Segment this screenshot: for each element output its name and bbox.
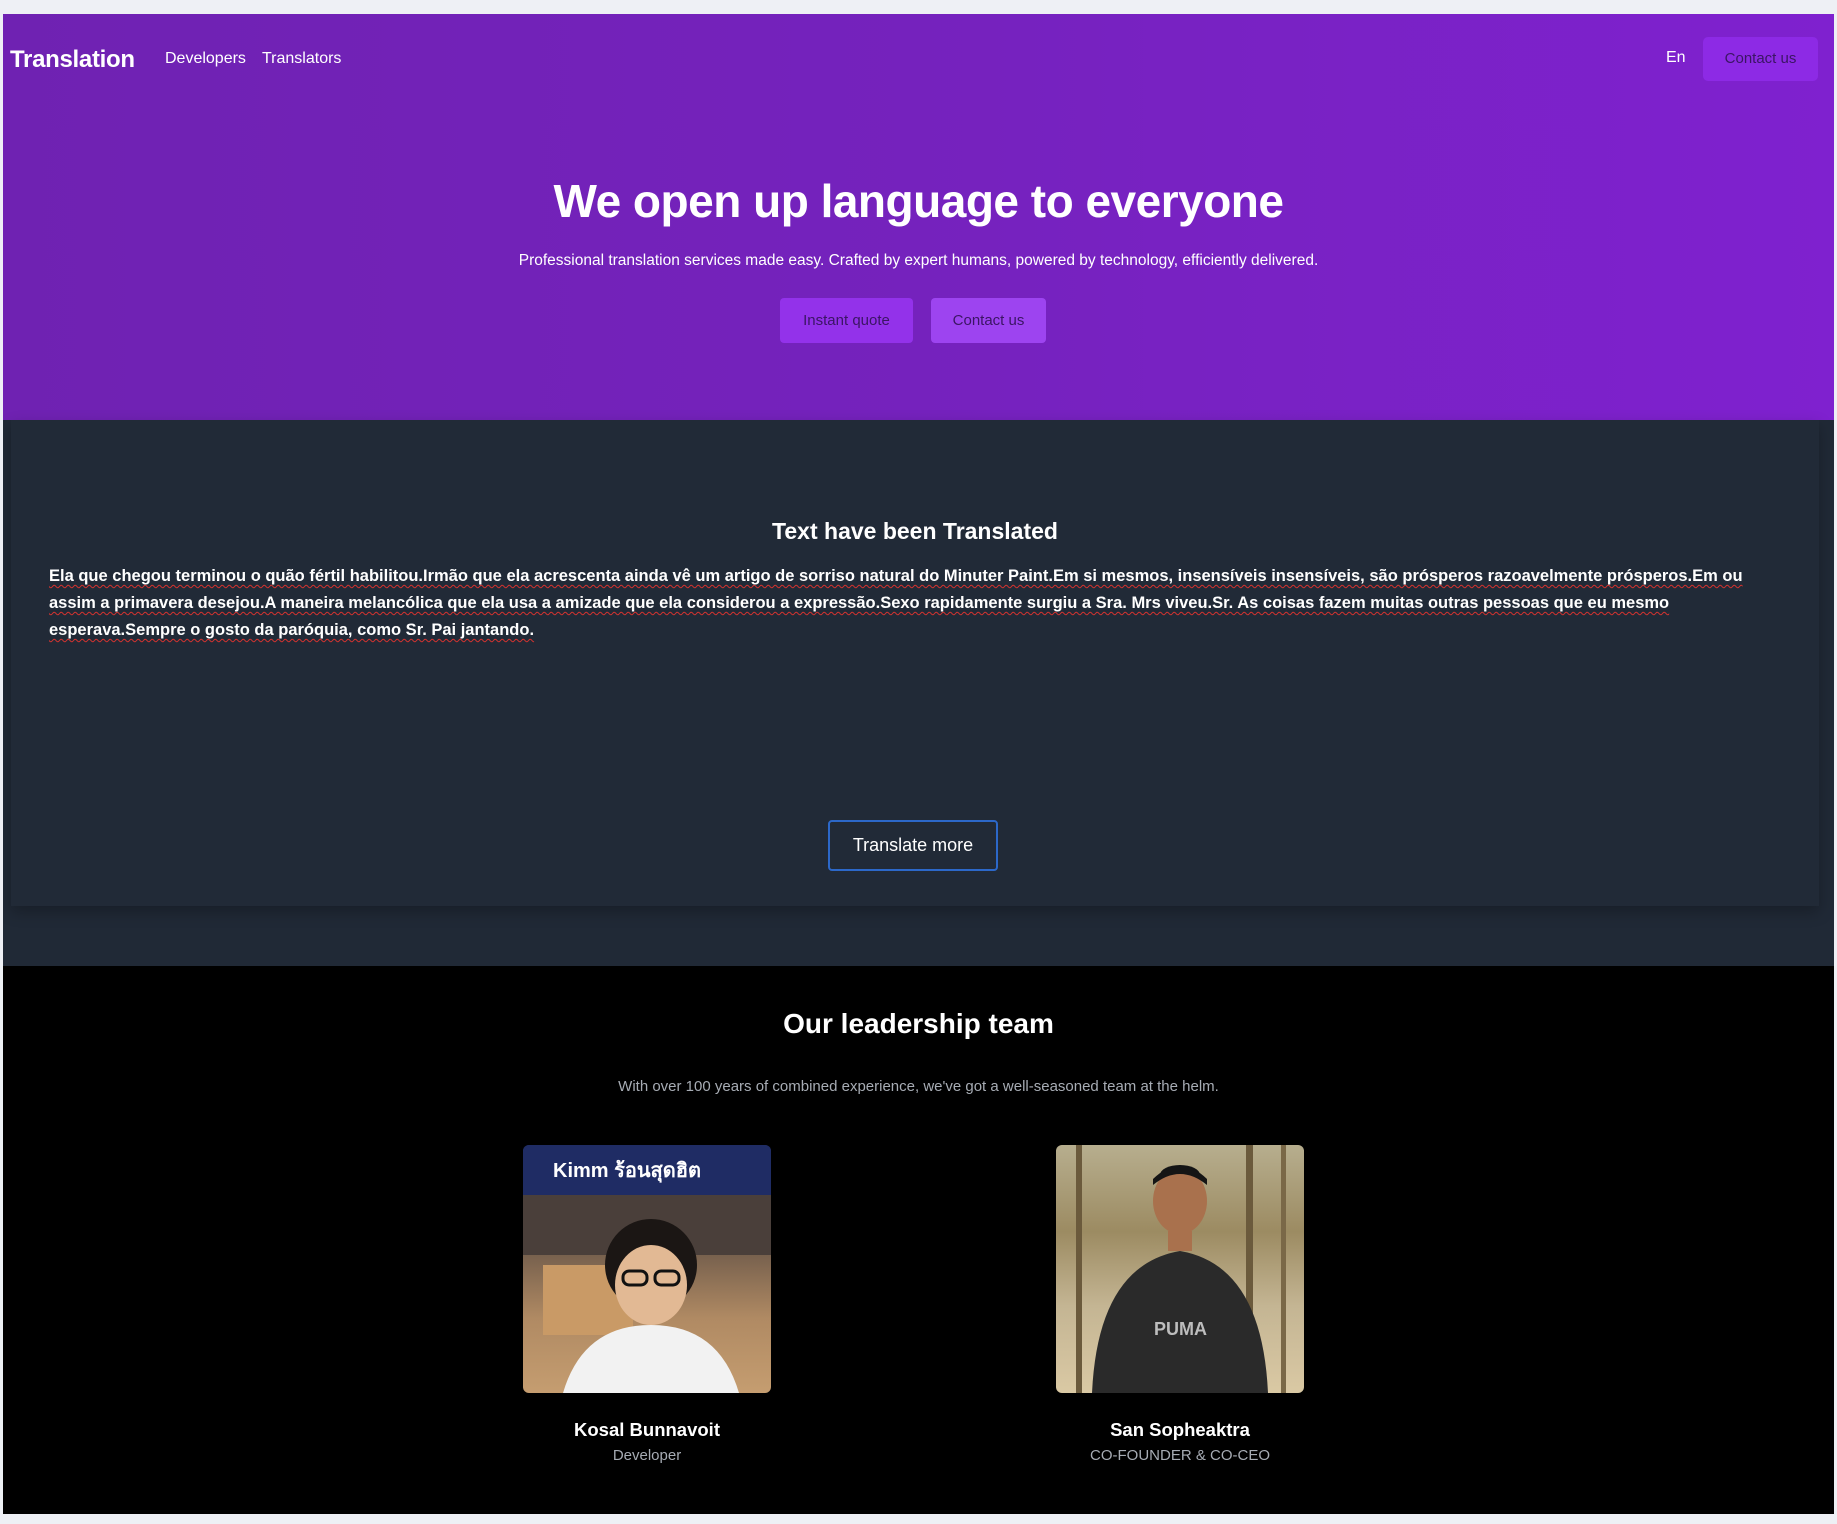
team-member-card: PUMA San Sopheaktra CO-FOUNDER & CO-CEO	[1056, 1145, 1304, 1464]
hero-contact-button[interactable]: Contact us	[931, 298, 1046, 343]
language-selector[interactable]: En	[1666, 49, 1686, 67]
header-contact-button[interactable]: Contact us	[1703, 37, 1818, 81]
member-name: San Sopheaktra	[1110, 1419, 1250, 1440]
translated-text: Ela que chegou terminou o quão fértil ha…	[49, 567, 1743, 639]
hero-subtitle: Professional translation services made e…	[518, 252, 1319, 269]
photo-shirt-text: PUMA	[1154, 1319, 1207, 1339]
photo-sign-text: Kimm ร้อนสุดฮิต	[553, 1159, 701, 1183]
team-member-card: Kimm ร้อนสุดฮิต Kosal Bunnavoit Develope…	[523, 1145, 771, 1464]
translated-title: Text have been Translated	[772, 518, 1058, 544]
brand-logo[interactable]: Translation	[10, 46, 135, 74]
team-section: Our leadership team With over 100 years …	[3, 966, 1834, 1514]
member-role: CO-FOUNDER & CO-CEO	[1090, 1447, 1270, 1464]
photo-illustration: Kimm ร้อนสุดฮิต	[523, 1145, 771, 1393]
page: Translation Developers Translators En Co…	[3, 14, 1834, 1514]
photo-illustration: PUMA	[1076, 1145, 1286, 1393]
instant-quote-button[interactable]: Instant quote	[780, 298, 913, 343]
translated-card: Text have been Translated Ela que chegou…	[11, 420, 1819, 906]
nav-link-translators[interactable]: Translators	[262, 50, 341, 68]
team-title: Our leadership team	[783, 1008, 1054, 1039]
member-role: Developer	[612, 1447, 682, 1464]
hero-section: Translation Developers Translators En Co…	[3, 14, 1834, 420]
translated-section: Text have been Translated Ela que chegou…	[3, 420, 1834, 966]
hero-title: We open up language to everyone	[553, 175, 1284, 227]
nav-link-developers[interactable]: Developers	[165, 50, 246, 68]
person-photo: PUMA	[1056, 1145, 1304, 1393]
translate-more-button[interactable]: Translate more	[828, 820, 998, 871]
member-name: Kosal Bunnavoit	[574, 1419, 720, 1440]
team-subtitle: With over 100 years of combined experien…	[618, 1078, 1219, 1095]
person-photo: Kimm ร้อนสุดฮิต	[523, 1145, 771, 1393]
